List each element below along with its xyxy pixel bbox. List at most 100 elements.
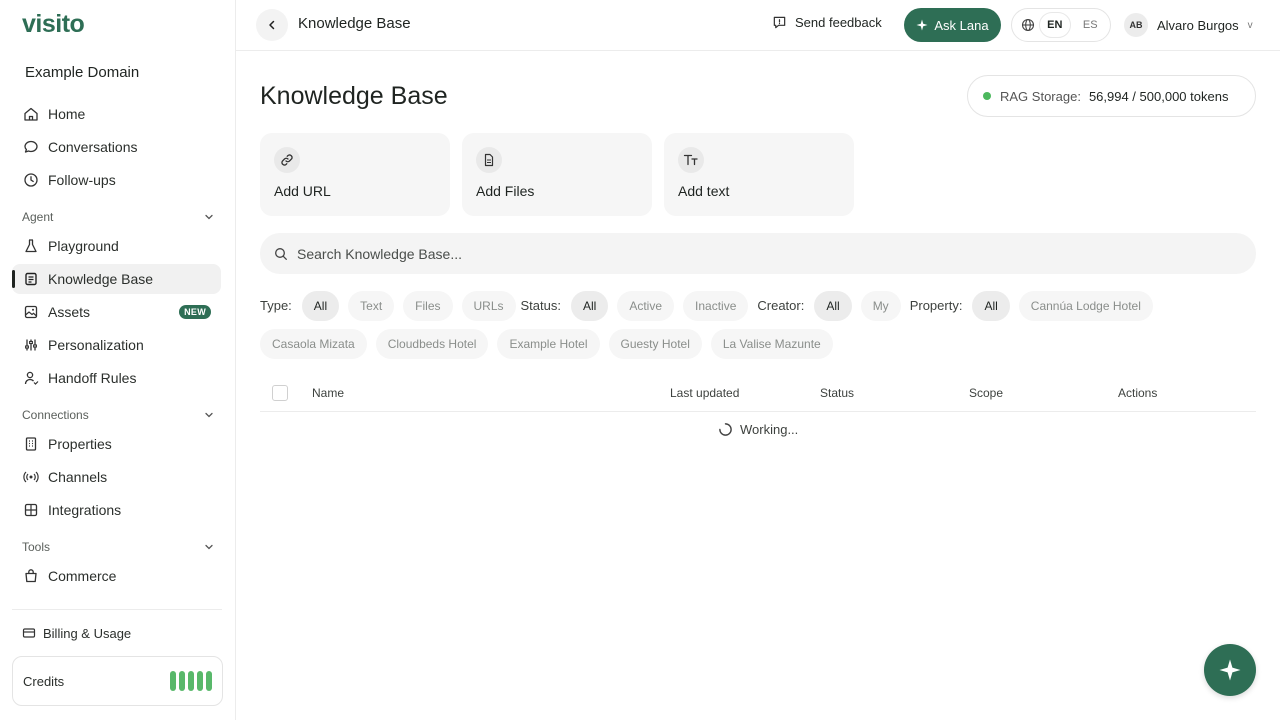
status-filter-active[interactable]: Active (617, 291, 675, 321)
sidebar-item-assets[interactable]: Assets NEW (12, 297, 221, 327)
property-filter-option[interactable]: Cannúa Lodge Hotel (1018, 291, 1153, 321)
rag-storage-value: 56,994 / 500,000 tokens (1088, 88, 1229, 104)
section-label: Tools (22, 540, 51, 554)
back-button[interactable] (256, 9, 288, 41)
sidebar-item-label: Knowledge Base (48, 271, 154, 287)
property-filter-option[interactable]: Casaola Mizata (260, 329, 367, 359)
sidebar-item-personalization[interactable]: Personalization (12, 330, 221, 360)
puzzle-icon (22, 501, 40, 519)
domain-name[interactable]: Example Domain (25, 64, 139, 81)
sidebar-item-conversations[interactable]: Conversations (12, 132, 221, 162)
sidebar-item-label: Handoff Rules (48, 370, 137, 386)
feedback-label: Send feedback (795, 15, 882, 30)
topbar-title: Knowledge Base (298, 15, 411, 32)
creator-filter-all[interactable]: All (814, 291, 852, 321)
sidebar-item-handoff-rules[interactable]: Handoff Rules (12, 363, 221, 393)
avatar: AB (1124, 13, 1148, 37)
property-filter-all[interactable]: All (972, 291, 1010, 321)
sidebar-item-channels[interactable]: Channels (12, 462, 221, 492)
book-icon (22, 270, 40, 288)
creator-filter-my[interactable]: My (860, 291, 901, 321)
image-icon (22, 303, 40, 321)
select-all-checkbox[interactable] (272, 385, 288, 401)
building-icon (22, 435, 40, 453)
active-indicator (12, 270, 15, 288)
user-icon (22, 369, 40, 387)
assistant-fab-button[interactable] (1204, 644, 1256, 696)
column-status[interactable]: Status (820, 386, 854, 400)
sidebar-item-label: Playground (48, 238, 119, 254)
logo[interactable]: visito (22, 10, 85, 39)
user-menu-chevron: v (1247, 19, 1253, 31)
filter-bar: Type: All Text Files URLs Status: All Ac… (260, 291, 1260, 359)
sidebar-item-label: Assets (48, 304, 91, 320)
user-menu[interactable]: AB Alvaro Burgos v (1124, 13, 1253, 37)
section-tools[interactable]: Tools (22, 539, 214, 555)
sidebar-item-label: Home (48, 106, 86, 122)
spinner-icon (718, 422, 733, 437)
add-url-card[interactable]: Add URL (260, 133, 450, 216)
chevron-left-icon (266, 19, 278, 31)
sidebar-item-home[interactable]: Home (12, 99, 221, 129)
column-actions: Actions (1118, 386, 1158, 400)
text-icon (678, 147, 704, 173)
sidebar-item-playground[interactable]: Playground (12, 231, 221, 261)
property-filter-option[interactable]: La Valise Mazunte (710, 329, 833, 359)
home-icon (22, 105, 40, 123)
type-filter-all[interactable]: All (301, 291, 340, 321)
sidebar-item-label: Personalization (48, 337, 144, 353)
column-scope[interactable]: Scope (969, 386, 1003, 400)
creator-filter-label: Creator: (757, 298, 805, 313)
sidebar-item-follow-ups[interactable]: Follow-ups (12, 165, 221, 195)
credits-label: Credits (23, 673, 65, 689)
sidebar-item-label: Integrations (48, 502, 122, 518)
chevron-down-icon (204, 410, 214, 420)
sidebar-item-commerce[interactable]: Commerce (12, 561, 221, 591)
sidebar-item-integrations[interactable]: Integrations (12, 495, 221, 525)
send-feedback-button[interactable]: Send feedback (772, 15, 882, 30)
add-files-card[interactable]: Add Files (462, 133, 652, 216)
type-filter-urls[interactable]: URLs (461, 291, 516, 321)
globe-icon (1021, 18, 1035, 32)
ask-lana-label: Ask Lana (934, 17, 989, 33)
loading-indicator: Working... (718, 422, 798, 437)
billing-label: Billing & Usage (43, 625, 132, 641)
sidebar-item-label: Properties (48, 436, 112, 452)
sidebar: visito Example Domain Home Conversations… (0, 0, 236, 720)
section-connections[interactable]: Connections (22, 407, 214, 423)
section-label: Connections (22, 408, 89, 422)
lang-option-en[interactable]: EN (1039, 12, 1071, 38)
property-filter-label: Property: (909, 298, 963, 313)
search-input[interactable] (297, 245, 1197, 262)
status-filter-label: Status: (520, 298, 561, 313)
rag-storage-indicator: RAG Storage: 56,994 / 500,000 tokens (967, 75, 1256, 117)
add-url-label: Add URL (274, 183, 331, 199)
page-title: Knowledge Base (260, 82, 448, 110)
link-icon (274, 147, 300, 173)
add-text-card[interactable]: Add text (664, 133, 854, 216)
sidebar-item-billing[interactable]: Billing & Usage (12, 622, 131, 644)
property-filter-option[interactable]: Cloudbeds Hotel (375, 329, 489, 359)
bag-icon (22, 567, 40, 585)
sidebar-item-knowledge-base[interactable]: Knowledge Base (12, 264, 221, 294)
property-filter-option[interactable]: Guesty Hotel (608, 329, 702, 359)
chevron-down-icon (204, 212, 214, 222)
add-text-label: Add text (678, 183, 730, 199)
status-filter-inactive[interactable]: Inactive (683, 291, 749, 321)
feedback-icon (772, 15, 787, 30)
column-name[interactable]: Name (312, 386, 344, 400)
lang-option-es[interactable]: ES (1075, 12, 1106, 38)
type-filter-files[interactable]: Files (403, 291, 453, 321)
sidebar-item-properties[interactable]: Properties (12, 429, 221, 459)
section-agent[interactable]: Agent (22, 209, 214, 225)
credits-panel[interactable]: Credits (12, 656, 223, 706)
sliders-icon (22, 336, 40, 354)
credit-bar (206, 671, 212, 691)
column-last-updated[interactable]: Last updated (670, 386, 739, 400)
type-filter-text[interactable]: Text (348, 291, 395, 321)
status-filter-all[interactable]: All (570, 291, 609, 321)
sidebar-item-label: Commerce (48, 568, 117, 584)
sidebar-item-label: Channels (48, 469, 108, 485)
property-filter-option[interactable]: Example Hotel (497, 329, 600, 359)
ask-lana-button[interactable]: Ask Lana (904, 8, 1001, 42)
